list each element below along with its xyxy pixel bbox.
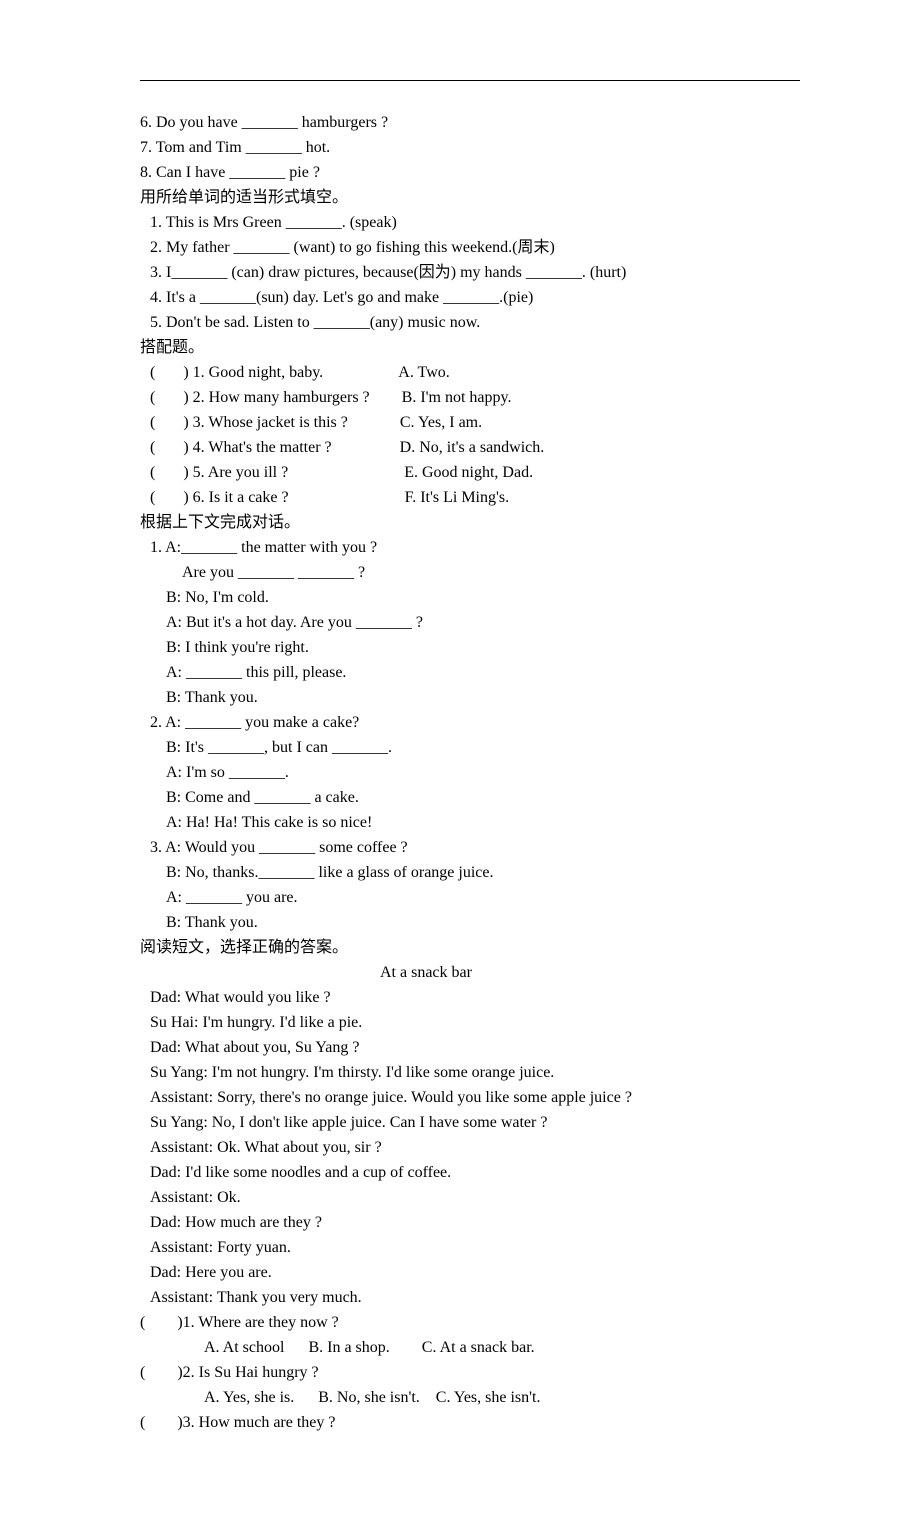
match-item: ( ) 1. Good night, baby. A. Two. (140, 361, 800, 385)
reading-line: Assistant: Ok. What about you, sir ? (140, 1136, 800, 1160)
reading-options: A. At school B. In a shop. C. At a snack… (140, 1336, 800, 1360)
dialogue-line: 1. A:_______ the matter with you ? (140, 536, 800, 560)
dialogue-line: A: _______ this pill, please. (140, 661, 800, 685)
match-item: ( ) 5. Are you ill ? E. Good night, Dad. (140, 461, 800, 485)
match-item: ( ) 3. Whose jacket is this ? C. Yes, I … (140, 411, 800, 435)
dialogue-line: A: _______ you are. (140, 886, 800, 910)
reading-question: ( )3. How much are they ? (140, 1411, 800, 1435)
match-item: ( ) 4. What's the matter ? D. No, it's a… (140, 436, 800, 460)
dialogue-line: B: I think you're right. (140, 636, 800, 660)
header-rule (140, 80, 800, 81)
section-title-fillform: 用所给单词的适当形式填空。 (140, 186, 800, 210)
dialogue-line: B: Thank you. (140, 686, 800, 710)
dialogue-line: Are you _______ _______ ? (140, 561, 800, 585)
dialogue-line: 3. A: Would you _______ some coffee ? (140, 836, 800, 860)
reading-heading: At a snack bar (140, 961, 800, 985)
reading-line: Assistant: Sorry, there's no orange juic… (140, 1086, 800, 1110)
fillform-item: 2. My father _______ (want) to go fishin… (140, 236, 800, 260)
section-title-reading: 阅读短文，选择正确的答案。 (140, 936, 800, 960)
reading-line: Su Yang: No, I don't like apple juice. C… (140, 1111, 800, 1135)
reading-line: Dad: What would you like ? (140, 986, 800, 1010)
dialogue-line: 2. A: _______ you make a cake? (140, 711, 800, 735)
section-title-dialogue: 根据上下文完成对话。 (140, 511, 800, 535)
fill-blank-item: 7. Tom and Tim _______ hot. (140, 136, 800, 160)
reading-question: ( )2. Is Su Hai hungry ? (140, 1361, 800, 1385)
reading-line: Dad: What about you, Su Yang ? (140, 1036, 800, 1060)
worksheet-page: 6. Do you have _______ hamburgers ? 7. T… (0, 0, 920, 1516)
reading-line: Dad: I'd like some noodles and a cup of … (140, 1161, 800, 1185)
dialogue-line: B: Come and _______ a cake. (140, 786, 800, 810)
reading-question: ( )1. Where are they now ? (140, 1311, 800, 1335)
reading-line: Assistant: Thank you very much. (140, 1286, 800, 1310)
dialogue-line: A: I'm so _______. (140, 761, 800, 785)
dialogue-line: A: Ha! Ha! This cake is so nice! (140, 811, 800, 835)
match-item: ( ) 2. How many hamburgers ? B. I'm not … (140, 386, 800, 410)
dialogue-line: B: It's _______, but I can _______. (140, 736, 800, 760)
dialogue-line: B: Thank you. (140, 911, 800, 935)
fillform-item: 3. I_______ (can) draw pictures, because… (140, 261, 800, 285)
match-item: ( ) 6. Is it a cake ? F. It's Li Ming's. (140, 486, 800, 510)
reading-line: Assistant: Forty yuan. (140, 1236, 800, 1260)
reading-line: Su Yang: I'm not hungry. I'm thirsty. I'… (140, 1061, 800, 1085)
fillform-item: 1. This is Mrs Green _______. (speak) (140, 211, 800, 235)
fillform-item: 5. Don't be sad. Listen to _______(any) … (140, 311, 800, 335)
reading-line: Dad: Here you are. (140, 1261, 800, 1285)
reading-line: Assistant: Ok. (140, 1186, 800, 1210)
reading-line: Su Hai: I'm hungry. I'd like a pie. (140, 1011, 800, 1035)
fill-blank-item: 8. Can I have _______ pie ? (140, 161, 800, 185)
reading-options: A. Yes, she is. B. No, she isn't. C. Yes… (140, 1386, 800, 1410)
dialogue-line: B: No, thanks._______ like a glass of or… (140, 861, 800, 885)
reading-line: Dad: How much are they ? (140, 1211, 800, 1235)
fillform-item: 4. It's a _______(sun) day. Let's go and… (140, 286, 800, 310)
dialogue-line: B: No, I'm cold. (140, 586, 800, 610)
section-title-match: 搭配题。 (140, 336, 800, 360)
dialogue-line: A: But it's a hot day. Are you _______ ? (140, 611, 800, 635)
fill-blank-item: 6. Do you have _______ hamburgers ? (140, 111, 800, 135)
